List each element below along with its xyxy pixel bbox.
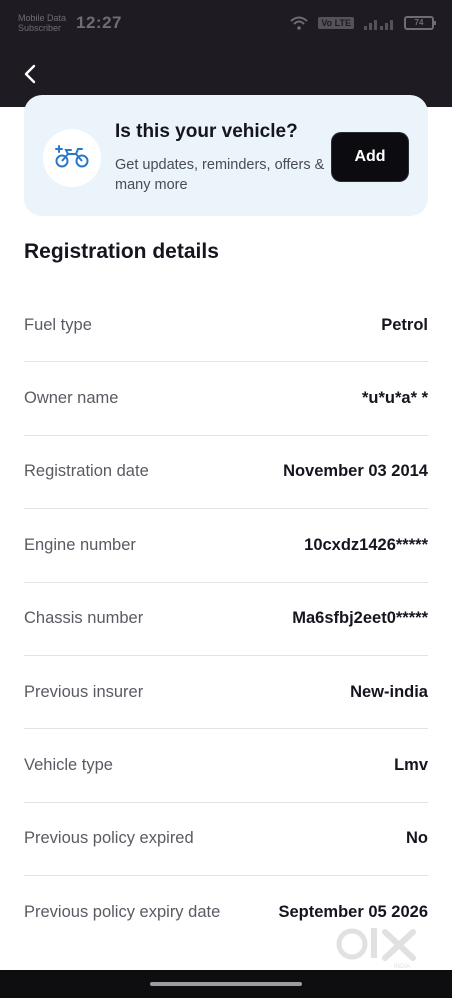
home-indicator[interactable] (150, 982, 302, 986)
detail-label: Vehicle type (24, 756, 113, 775)
detail-label: Engine number (24, 535, 136, 554)
detail-row-owner-name: Owner name *u*u*a* * (24, 362, 428, 436)
detail-value: New-india (350, 682, 428, 701)
detail-row-previous-insurer: Previous insurer New-india (24, 656, 428, 730)
detail-row-fuel-type: Fuel type Petrol (24, 289, 428, 363)
detail-value: Lmv (394, 756, 428, 775)
clock: 12:27 (76, 13, 122, 32)
card-subtitle: Get updates, reminders, offers & many mo… (115, 157, 325, 193)
olx-watermark: INDIA (336, 924, 420, 970)
network-badge: Vo LTE (318, 17, 354, 29)
card-title: Is this your vehicle? (115, 121, 298, 142)
detail-value: No (406, 829, 428, 848)
detail-value: *u*u*a* * (361, 389, 428, 408)
status-bar: Mobile Data Subscriber 12:27 Vo LTE 74 (0, 0, 452, 46)
detail-value: 10cxdz1426***** (304, 535, 428, 554)
detail-value: September 05 2026 (278, 903, 428, 922)
detail-value: Petrol (381, 315, 428, 334)
detail-row-vehicle-type: Vehicle type Lmv (24, 729, 428, 803)
add-vehicle-button[interactable]: Add (332, 133, 408, 181)
detail-row-chassis-number: Chassis number Ma6sfbj2eet0***** (24, 583, 428, 656)
detail-row-registration-date: Registration date November 03 2014 (24, 436, 428, 510)
back-button[interactable] (18, 64, 42, 89)
carrier-label: Mobile Data Subscriber (18, 13, 67, 33)
vehicle-prompt-card: Is this your vehicle? Get updates, remin… (24, 95, 428, 216)
detail-label: Registration date (24, 462, 149, 481)
status-right: Vo LTE 74 (290, 16, 436, 30)
signal-icon (364, 16, 394, 30)
detail-label: Previous policy expiry date (24, 903, 221, 922)
motorbike-icon (55, 143, 89, 174)
registration-details-list: Fuel type Petrol Owner name *u*u*a* * Re… (24, 289, 428, 950)
detail-row-previous-policy-expired: Previous policy expired No (24, 803, 428, 877)
system-nav-bar (0, 970, 452, 998)
detail-label: Owner name (24, 389, 119, 408)
detail-value: Ma6sfbj2eet0***** (292, 609, 428, 628)
detail-label: Previous policy expired (24, 829, 194, 848)
detail-label: Fuel type (24, 315, 92, 334)
vehicle-icon-container (43, 129, 101, 187)
status-left: Mobile Data Subscriber 12:27 (18, 13, 122, 33)
battery-icon: 74 (404, 16, 436, 30)
section-title: Registration details (24, 240, 219, 263)
wifi-icon (290, 16, 308, 30)
detail-row-engine-number: Engine number 10cxdz1426***** (24, 509, 428, 583)
back-arrow-icon (23, 64, 37, 89)
detail-value: November 03 2014 (283, 462, 428, 481)
detail-label: Previous insurer (24, 682, 144, 701)
detail-label: Chassis number (24, 609, 144, 628)
